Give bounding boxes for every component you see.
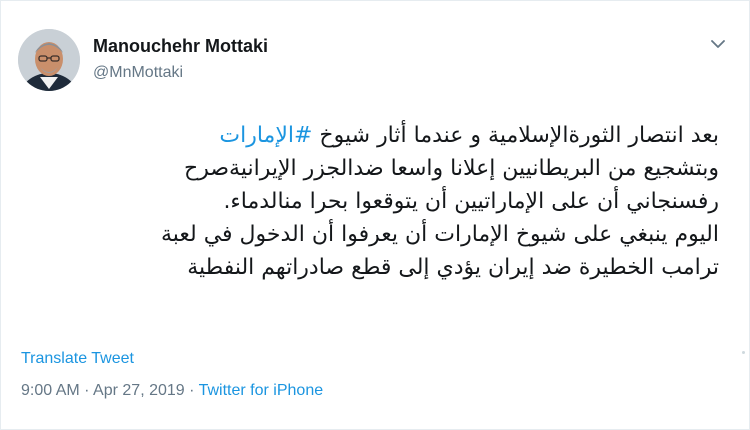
tweet-author[interactable]: Manouchehr Mottaki @MnMottaki xyxy=(93,36,268,82)
tweet-text-fragment: بعد انتصار الثورةالإسلامية و عندما أثار … xyxy=(312,123,719,148)
tweet-text-line: بعد انتصار الثورةالإسلامية و عندما أثار … xyxy=(13,119,719,152)
tweet-menu-button[interactable] xyxy=(711,39,725,49)
translate-tweet-link[interactable]: Translate Tweet xyxy=(21,350,134,368)
tweet-text: بعد انتصار الثورةالإسلامية و عندما أثار … xyxy=(13,119,737,284)
tweet-text-line: وبتشجيع من البريطانيين إعلانا واسعا ضدال… xyxy=(184,156,719,181)
metadata-separator: · xyxy=(184,382,199,399)
display-name[interactable]: Manouchehr Mottaki xyxy=(93,36,268,57)
user-handle[interactable]: @MnMottaki xyxy=(93,64,268,82)
chevron-down-icon xyxy=(711,40,725,48)
tweet-metadata: 9:00 AM · Apr 27, 2019 · Twitter for iPh… xyxy=(21,382,323,400)
profile-photo-icon xyxy=(18,29,80,91)
tweet-text-line: رفسنجاني أن على الإماراتيين أن يتوقعوا ب… xyxy=(223,189,719,214)
hashtag-link[interactable]: #الإمارات xyxy=(219,123,312,148)
metadata-separator: · xyxy=(79,382,94,399)
tweet-text-line: اليوم ينبغي على شيوخ الإمارات أن يعرفوا … xyxy=(160,222,719,247)
tweet-text-line: ترامب الخطيرة ضد إيران يؤدي إلى قطع صادر… xyxy=(187,255,719,280)
tweet-source-link[interactable]: Twitter for iPhone xyxy=(199,382,324,399)
avatar[interactable] xyxy=(18,29,80,91)
tweet-time[interactable]: 9:00 AM xyxy=(21,382,80,399)
scroll-indicator xyxy=(742,351,745,354)
tweet-date[interactable]: Apr 27, 2019 xyxy=(93,382,185,399)
tweet-card: Manouchehr Mottaki @MnMottaki بعد انتصار… xyxy=(0,0,750,430)
